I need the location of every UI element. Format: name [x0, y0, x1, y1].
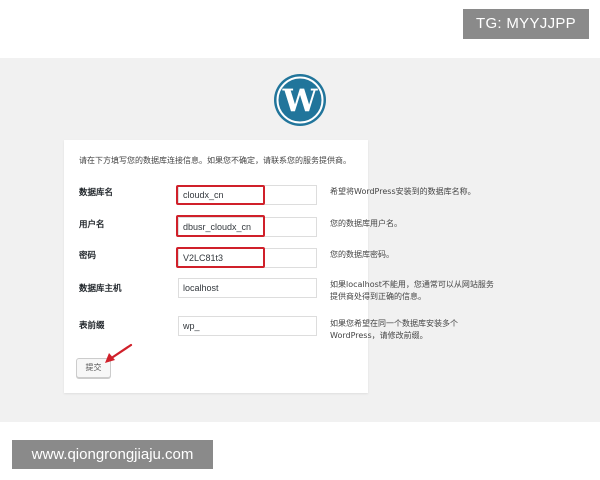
- dbhost-label: 数据库主机: [79, 284, 122, 294]
- password-description: 您的数据库密码。: [330, 250, 394, 259]
- dbname-description: 希望将WordPress安装到的数据库名称。: [330, 187, 476, 196]
- wordpress-logo-icon: W: [274, 74, 326, 126]
- dbhost-input[interactable]: localhost: [178, 278, 317, 298]
- username-label: 用户名: [79, 220, 105, 230]
- watermark-bottom-left: www.qiongrongjiaju.com: [12, 440, 213, 469]
- username-input[interactable]: dbusr_cloudx_cn: [178, 217, 317, 237]
- password-input[interactable]: V2LC81t3: [178, 248, 317, 268]
- table-prefix-input[interactable]: wp_: [178, 316, 317, 336]
- password-label: 密码: [79, 251, 97, 261]
- page: TG: MYYJJPP W 请在下方填写您的数据库连接信息。如果您不确定，请联系…: [0, 0, 600, 480]
- svg-text:W: W: [282, 83, 319, 119]
- dbname-label: 数据库名: [79, 188, 114, 198]
- username-description: 您的数据库用户名。: [330, 219, 402, 228]
- dbname-input[interactable]: cloudx_cn: [178, 185, 317, 205]
- table-prefix-description: 如果您希望在同一个数据库安装多个 WordPress，请修改前缀。: [330, 319, 458, 340]
- table-prefix-label: 表前缀: [79, 321, 105, 331]
- form-intro-text: 请在下方填写您的数据库连接信息。如果您不确定，请联系您的服务提供商。: [79, 156, 351, 165]
- red-arrow-icon: [105, 343, 133, 363]
- dbhost-description: 如果localhost不能用，您通常可以从网站服务 提供商处得到正确的信息。: [330, 280, 494, 301]
- watermark-top-right: TG: MYYJJPP: [463, 9, 589, 39]
